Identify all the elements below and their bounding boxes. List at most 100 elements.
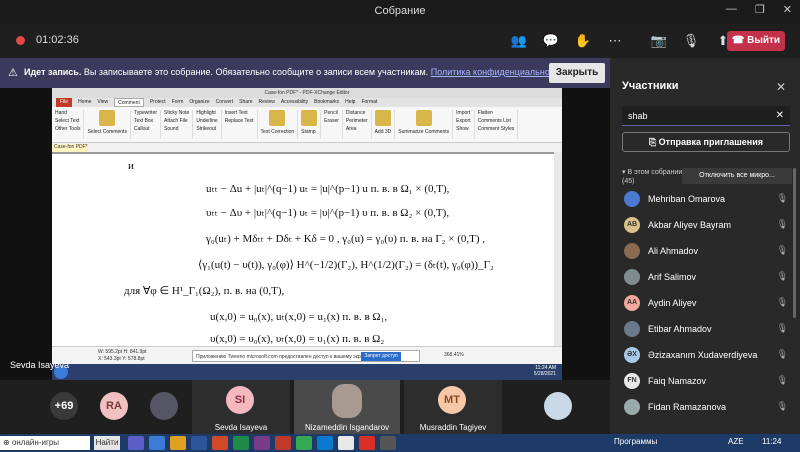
participant-row[interactable]: ƏX Əzizaxanım Xudaverdiyeva 🎙 <box>622 342 792 368</box>
excel-app-icon[interactable] <box>233 436 249 450</box>
pdf-menu-tab[interactable]: Organize <box>189 98 209 107</box>
ribbon-tool[interactable]: Stamp <box>301 129 317 135</box>
ribbon-tool-icon[interactable] <box>374 110 391 126</box>
close-panel-icon[interactable]: ✕ <box>776 80 786 94</box>
panel-scrollbar[interactable] <box>793 168 796 318</box>
ribbon-tool-icon[interactable] <box>415 110 432 126</box>
pdf-menu-tab[interactable]: View <box>97 98 108 107</box>
ribbon-tool[interactable]: Import <box>456 110 470 116</box>
taskbar-search-button[interactable]: Найти <box>94 436 120 450</box>
ribbon-tool[interactable]: Highlight <box>196 110 217 116</box>
ribbon-tool[interactable]: Hand <box>55 110 80 116</box>
ribbon-tool-icon[interactable] <box>301 110 318 126</box>
clear-search-icon[interactable]: ✕ <box>776 110 784 121</box>
pdf-doc-tab[interactable]: Case-fon PDF* <box>52 144 88 152</box>
ribbon-tool[interactable]: Distance <box>346 110 368 116</box>
ribbon-tool[interactable]: Sticky Note <box>164 110 189 116</box>
app-icon[interactable] <box>317 436 333 450</box>
overflow-count[interactable]: +69 <box>50 392 78 420</box>
zoom-level[interactable]: 368.41% <box>444 352 464 358</box>
ribbon-tool[interactable]: Strikeout <box>196 126 217 132</box>
ribbon-tool[interactable]: Export <box>456 118 470 124</box>
ribbon-tool[interactable]: Add 3D <box>375 129 392 135</box>
gallery-tile-video[interactable]: Nizameddin Isgandarov <box>294 380 400 434</box>
privacy-policy-link[interactable]: Политика конфиденциальности <box>431 67 564 77</box>
ribbon-tool[interactable]: Callout <box>134 126 157 132</box>
ribbon-tool-icon[interactable] <box>269 110 286 126</box>
ribbon-tool[interactable]: Underline <box>196 118 217 124</box>
ribbon-tool[interactable]: Comments List <box>478 118 515 124</box>
gallery-tile[interactable]: RA <box>90 380 140 434</box>
pdf-menu-tab[interactable]: Convert <box>216 98 234 107</box>
pdf-menu-tab[interactable]: Help <box>345 98 355 107</box>
pdf-scrollbar[interactable] <box>554 152 562 346</box>
ribbon-tool[interactable]: Show <box>456 126 470 132</box>
chrome-app-icon[interactable] <box>296 436 312 450</box>
teams-app-icon[interactable] <box>128 436 144 450</box>
gallery-tile[interactable] <box>540 380 580 434</box>
ribbon-tool[interactable]: Text Box <box>134 118 157 124</box>
tray-language[interactable]: AZE <box>728 437 744 446</box>
ribbon-tool[interactable]: Flatten <box>478 110 515 116</box>
pdf-menu-tab[interactable]: Comment <box>114 98 144 107</box>
pdf-menu-tab[interactable]: Review <box>259 98 275 107</box>
ribbon-tool[interactable]: Attach File <box>164 118 189 124</box>
participant-row[interactable]: Ali Ahmadov 🎙 <box>622 238 792 264</box>
close-icon[interactable]: ✕ <box>783 3 792 16</box>
ribbon-tool[interactable]: Area <box>346 126 368 132</box>
ribbon-tool[interactable]: Replace Text <box>225 118 254 124</box>
gallery-tile[interactable]: MT Musraddin Tagiyev <box>404 380 502 434</box>
ribbon-tool[interactable]: Typewriter <box>134 110 157 116</box>
ribbon-tool[interactable]: Text Correction <box>261 129 295 135</box>
ribbon-tool[interactable]: Select Text <box>55 118 80 124</box>
participant-row[interactable]: AB Akbar Aliyev Bayram 🎙 <box>622 212 792 238</box>
pdf-menu-tab[interactable]: Home <box>78 98 91 107</box>
pdf-menu-tab[interactable]: Accessibility <box>281 98 308 107</box>
chat-icon[interactable]: 💬 <box>540 30 562 52</box>
app-icon[interactable] <box>254 436 270 450</box>
send-invite-button[interactable]: ⎘ Отправка приглашения <box>622 132 790 152</box>
participant-search-input[interactable]: shab ✕ <box>622 106 790 126</box>
participant-row[interactable]: Mehriban Omarova 🎙 <box>622 186 792 212</box>
folder-app-icon[interactable] <box>170 436 186 450</box>
participants-icon[interactable]: 👥 <box>508 30 530 52</box>
leave-button[interactable]: ☎ Выйти <box>727 31 785 51</box>
browser-app-icon[interactable] <box>149 436 165 450</box>
ribbon-tool[interactable]: Summarize Comments <box>398 129 449 135</box>
participant-row[interactable]: Arif Salimov 🎙 <box>622 264 792 290</box>
youtube-app-icon[interactable] <box>359 436 375 450</box>
pdf-menu-tab[interactable]: Share <box>239 98 252 107</box>
group-header[interactable]: ▾ В этом собрании (45) <box>622 168 682 186</box>
ribbon-tool[interactable]: Other Tools <box>55 126 80 132</box>
pdf-menu-tab[interactable]: Form <box>172 98 184 107</box>
ribbon-tool[interactable]: Perimeter <box>346 118 368 124</box>
participant-row[interactable]: Fidan Ramazanova 🎙 <box>622 394 792 420</box>
reactions-icon[interactable]: ✋ <box>572 30 594 52</box>
ribbon-tool[interactable]: Select Comments <box>87 129 126 135</box>
participant-row[interactable]: Etibar Ahmadov 🎙 <box>622 316 792 342</box>
ribbon-tool[interactable]: Comment Styles <box>478 126 515 132</box>
powerpoint-app-icon[interactable] <box>212 436 228 450</box>
tray-clock[interactable]: 11:24 <box>762 437 781 446</box>
participant-row[interactable]: FN Faiq Namazov 🎙 <box>622 368 792 394</box>
gallery-tile-presenter[interactable]: SI Sevda Isayeva <box>192 380 290 434</box>
taskbar-search-input[interactable]: ⊕ онлайн-игры <box>0 436 90 450</box>
tray-programs[interactable]: Программы <box>614 437 657 446</box>
participant-row[interactable]: AA Aydin Aliyev 🎙 <box>622 290 792 316</box>
share-allow-button[interactable]: Запрет доступ <box>361 352 401 361</box>
pdf-menu-tab[interactable]: File <box>56 98 73 107</box>
app-icon[interactable] <box>338 436 354 450</box>
gallery-tile[interactable] <box>146 380 186 434</box>
mic-off-icon[interactable]: 🎙 <box>680 30 702 52</box>
ribbon-tool-icon[interactable] <box>99 110 116 126</box>
pdf-menu-tab[interactable]: Bookmarks <box>314 98 339 107</box>
ribbon-tool[interactable]: Sound <box>164 126 189 132</box>
word-app-icon[interactable] <box>191 436 207 450</box>
ribbon-tool[interactable]: Pencil <box>324 110 339 116</box>
maximize-icon[interactable]: ❐ <box>755 3 765 16</box>
banner-close-button[interactable]: Закрыть <box>549 63 605 83</box>
pdf-app-icon[interactable] <box>275 436 291 450</box>
ribbon-tool[interactable]: Eraser <box>324 118 339 124</box>
pdf-menu-tab[interactable]: Format <box>361 98 377 107</box>
pdf-menu-tab[interactable]: Protect <box>150 98 166 107</box>
